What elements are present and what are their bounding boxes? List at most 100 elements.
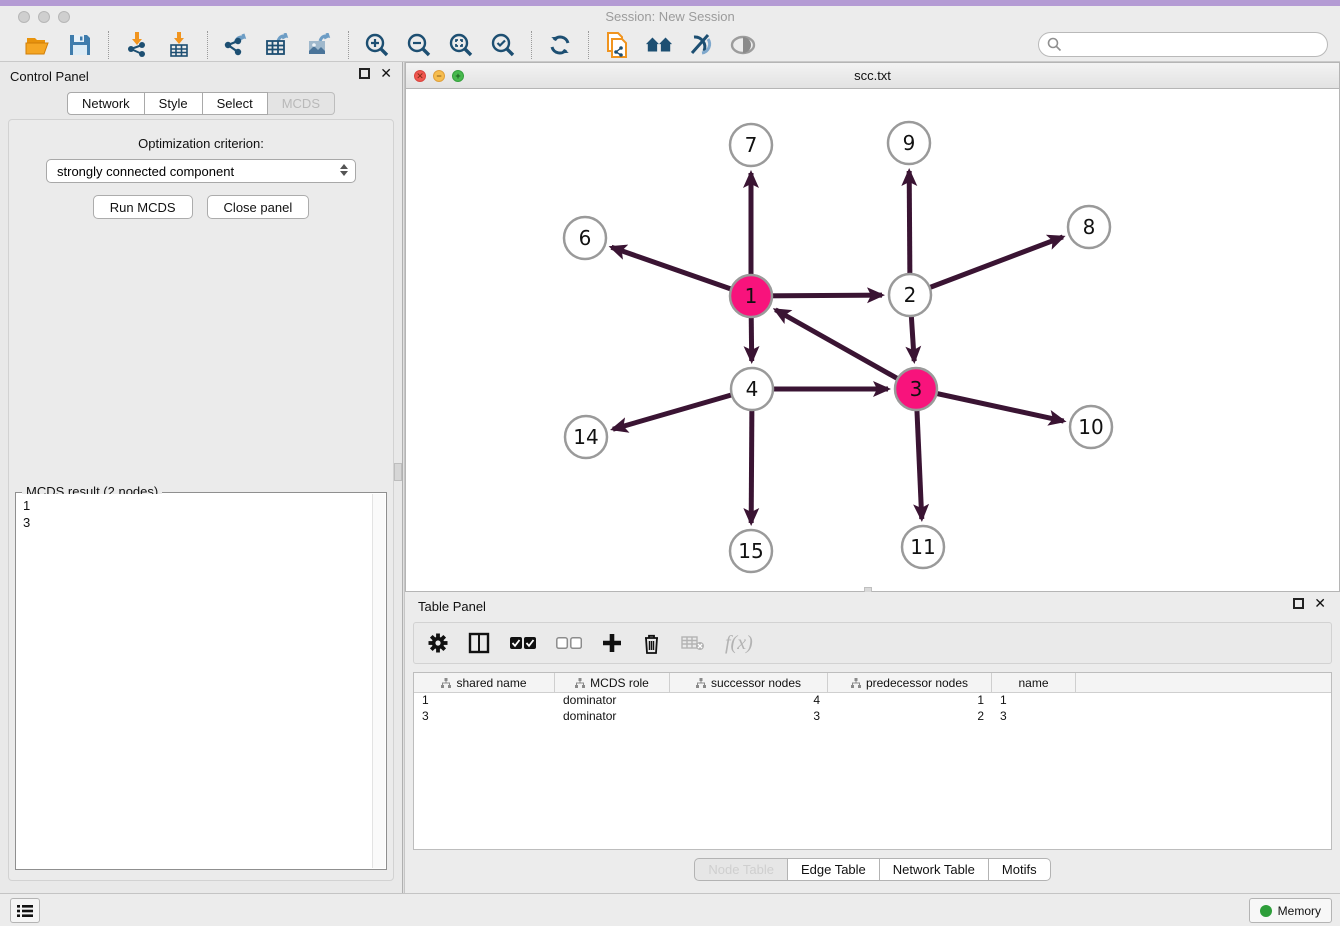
close-panel-button[interactable]: Close panel [207,195,310,219]
search-field[interactable] [1038,32,1328,57]
network-window-title: scc.txt [406,68,1339,83]
tab-style[interactable]: Style [145,92,203,115]
edge-3-10[interactable] [916,389,1064,421]
zoom-in-icon[interactable] [363,31,391,59]
node-table[interactable]: shared nameMCDS rolesuccessor nodesprede… [413,672,1332,850]
node-10[interactable]: 10 [1070,406,1112,448]
cell-successor-nodes[interactable]: 4 [670,693,828,709]
node-9[interactable]: 9 [888,122,930,164]
mcds-result-text[interactable]: 1 3 [17,494,372,868]
edge-3-1[interactable] [775,310,916,389]
network-canvas[interactable]: 7 9 6 8 1 2 4 3 14 10 15 11 [406,89,1339,591]
edge-2-8[interactable] [910,237,1063,295]
tab-node-table[interactable]: Node Table [694,858,788,881]
import-network-icon[interactable] [123,31,151,59]
list-icon [17,904,33,918]
export-network-icon[interactable] [222,31,250,59]
tab-network[interactable]: Network [67,92,145,115]
task-history-button[interactable] [10,898,40,923]
home-levels-icon[interactable] [645,31,673,59]
trash-icon[interactable] [642,633,661,654]
cell-shared-name[interactable]: 1 [414,693,555,709]
node-3[interactable]: 3 [895,368,937,410]
search-input[interactable] [1062,35,1327,55]
tab-edge-table[interactable]: Edge Table [788,858,880,881]
svg-text:11: 11 [910,535,935,559]
vizmapper-icon[interactable] [687,31,715,59]
cell-MCDS-role[interactable]: dominator [555,693,670,709]
network-graph[interactable]: 7 9 6 8 1 2 4 3 14 10 15 11 [406,89,1339,591]
tab-network-table[interactable]: Network Table [880,858,989,881]
table-row[interactable]: 3dominator323 [414,709,1331,725]
node-8[interactable]: 8 [1068,206,1110,248]
import-table-icon[interactable] [165,31,193,59]
result-scrollbar[interactable] [372,494,385,868]
mcds-result-box: MCDS result (2 nodes) 1 3 [15,492,387,870]
tab-select[interactable]: Select [203,92,268,115]
column-header-shared-name[interactable]: shared name [414,673,555,692]
node-15[interactable]: 15 [730,530,772,572]
column-header-predecessor-nodes[interactable]: predecessor nodes [828,673,992,692]
close-panel-icon[interactable]: ✕ [380,68,392,79]
save-session-icon[interactable] [66,31,94,59]
svg-text:2: 2 [904,283,917,307]
open-session-icon[interactable] [24,31,52,59]
gear-icon[interactable] [428,633,448,653]
memory-button[interactable]: Memory [1249,898,1332,923]
cell-MCDS-role[interactable]: dominator [555,709,670,725]
table-row[interactable]: 1dominator411 [414,693,1331,709]
node-2[interactable]: 2 [889,274,931,316]
zoom-out-icon[interactable] [405,31,433,59]
splitter-handle[interactable] [394,463,402,481]
select-stepper-icon [340,164,348,176]
select-all-checks-icon[interactable] [510,637,536,650]
duplicate-network-icon[interactable] [603,31,631,59]
node-14[interactable]: 14 [565,416,607,458]
eye-icon[interactable] [729,31,757,59]
run-mcds-button[interactable]: Run MCDS [93,195,193,219]
refresh-icon[interactable] [546,31,574,59]
network-view-window: ✕ − + scc.txt 7 9 6 8 1 2 4 3 14 10 15 11 [405,62,1340,592]
cell-name[interactable]: 1 [992,693,1076,709]
hierarchy-icon [441,678,451,688]
column-header-MCDS-role[interactable]: MCDS role [555,673,670,692]
node-1[interactable]: 1 [730,275,772,317]
column-header-name[interactable]: name [992,673,1076,692]
tab-mcds[interactable]: MCDS [268,92,335,115]
table-toolbar: f(x) [413,622,1332,664]
delete-table-icon[interactable] [681,635,705,651]
svg-text:10: 10 [1078,415,1103,439]
zoom-selected-icon[interactable] [489,31,517,59]
zoom-fit-icon[interactable] [447,31,475,59]
function-icon[interactable]: f(x) [725,632,753,655]
cell-name[interactable]: 3 [992,709,1076,725]
search-icon [1047,37,1062,52]
cell-shared-name[interactable]: 3 [414,709,555,725]
float-table-panel-icon[interactable] [1293,598,1304,609]
table-panel-title: Table Panel [418,599,486,614]
hierarchy-icon [575,678,585,688]
svg-text:1: 1 [745,284,758,308]
column-header-successor-nodes[interactable]: successor nodes [670,673,828,692]
application-window: Session: New Session [0,0,1340,926]
cell-predecessor-nodes[interactable]: 1 [828,693,992,709]
control-panel-tabs: NetworkStyleSelectMCDS [0,92,402,115]
node-6[interactable]: 6 [564,217,606,259]
tab-motifs[interactable]: Motifs [989,858,1051,881]
deselect-all-checks-icon[interactable] [556,637,582,650]
export-table-icon[interactable] [264,31,292,59]
float-panel-icon[interactable] [359,68,370,79]
criterion-select[interactable]: strongly connected component [46,159,356,183]
split-column-icon[interactable] [468,632,490,654]
window-titlebar: Session: New Session [0,6,1340,28]
cell-successor-nodes[interactable]: 3 [670,709,828,725]
add-icon[interactable] [602,633,622,653]
hierarchy-icon [851,678,861,688]
node-4[interactable]: 4 [731,368,773,410]
export-image-icon[interactable] [306,31,334,59]
network-window-titlebar[interactable]: ✕ − + scc.txt [406,63,1339,89]
close-table-panel-icon[interactable]: ✕ [1314,598,1326,609]
cell-predecessor-nodes[interactable]: 2 [828,709,992,725]
node-7[interactable]: 7 [730,124,772,166]
node-11[interactable]: 11 [902,526,944,568]
